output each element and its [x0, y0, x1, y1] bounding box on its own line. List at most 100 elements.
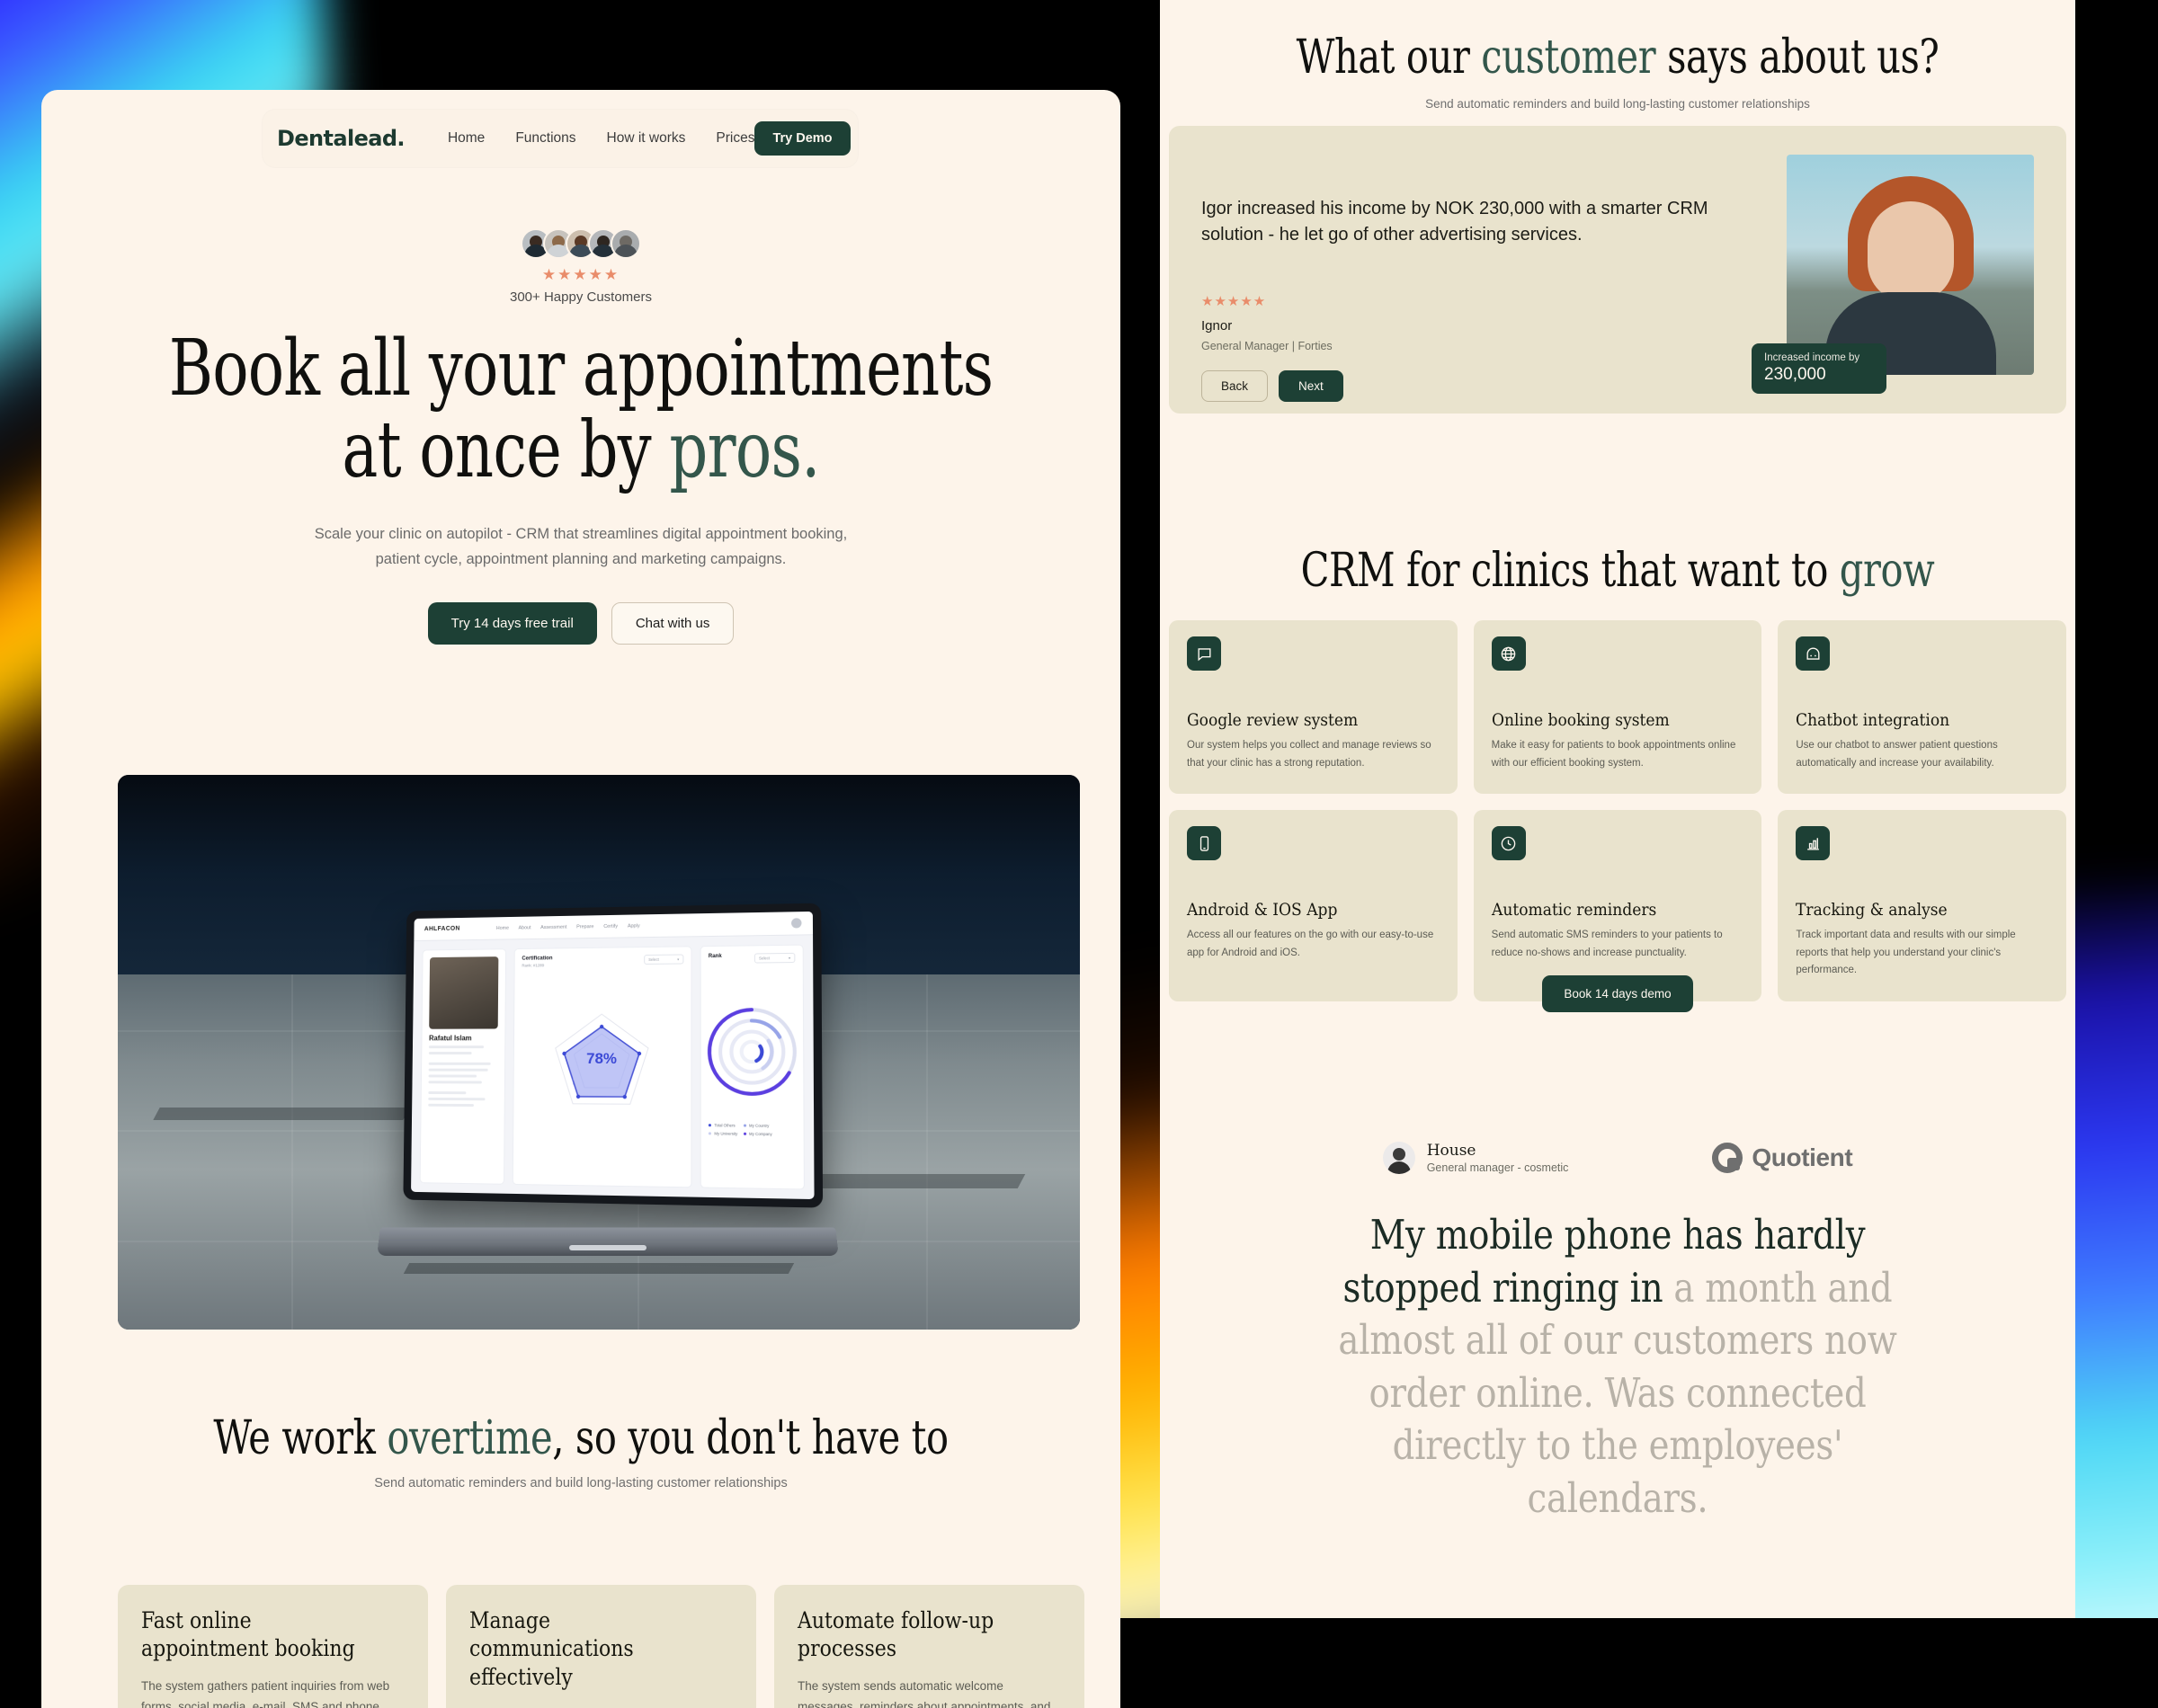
testimonial-quote: Igor increased his income by NOK 230,000…	[1201, 196, 1741, 248]
crm-feature-card[interactable]: Automatic reminders Send automatic SMS r…	[1474, 810, 1762, 1001]
crm-feature-body: Use our chatbot to answer patient questi…	[1796, 737, 2048, 772]
crm-feature-body: Send automatic SMS reminders to your pat…	[1492, 927, 1744, 962]
nav-links: Home Functions How it works Prices	[448, 130, 755, 147]
hero-subtitle: Scale your clinic on autopilot - CRM tha…	[293, 522, 869, 571]
hero-title-accent: pros.	[669, 405, 819, 495]
nav-link-functions[interactable]: Functions	[515, 130, 575, 147]
legend-item: My Country	[743, 1123, 772, 1127]
right-page-panel: What our customer says about us? Send au…	[1160, 0, 2075, 1618]
quotient-mark-icon	[1712, 1143, 1743, 1173]
testimonial-author-name: Ignor	[1201, 318, 1232, 334]
dashboard-certification-card: Certification Rank: #1289 Select▾	[513, 946, 692, 1188]
try-free-trial-button[interactable]: Try 14 days free trail	[428, 602, 597, 645]
clock-icon	[1492, 826, 1526, 860]
laptop-mockup: AHLFACON Home About Assessment Prepare C…	[379, 906, 837, 1257]
quote-attribution: House General manager - cosmetic Quotien…	[1160, 1142, 2075, 1174]
dashboard-avatar[interactable]	[791, 918, 801, 928]
dashboard-nav-item[interactable]: Certify	[603, 923, 618, 929]
right-panel-content: What our customer says about us? Send au…	[1160, 0, 2075, 111]
customer-avatars	[41, 225, 1120, 262]
rank-select[interactable]: Select▾	[754, 953, 796, 964]
try-demo-button[interactable]: Try Demo	[754, 121, 850, 156]
chat-bubble-icon	[1187, 636, 1221, 671]
section-title: What our customer says about us?	[1252, 31, 1984, 85]
mobile-phone-icon	[1187, 826, 1221, 860]
feature-card-title: Automate follow-up processes	[798, 1606, 1030, 1663]
hero-laptop-photo: AHLFACON Home About Assessment Prepare C…	[118, 775, 1080, 1330]
avatar	[611, 228, 641, 259]
robot-icon	[1796, 636, 1830, 671]
chat-with-us-button[interactable]: Chat with us	[611, 602, 735, 645]
testimonial-photo	[1787, 155, 2034, 375]
navbar: Dentalead. Home Functions How it works P…	[263, 110, 858, 167]
dashboard-nav-item[interactable]: About	[519, 925, 531, 930]
crm-feature-card[interactable]: Chatbot integration Use our chatbot to a…	[1778, 620, 2066, 794]
testimonial-author-role: General Manager | Forties	[1201, 340, 1333, 352]
dashboard-nav-item[interactable]: Apply	[628, 923, 640, 929]
nav-link-prices[interactable]: Prices	[716, 130, 754, 147]
increased-income-badge: Increased income by 230,000	[1752, 343, 1886, 394]
hero-actions: Try 14 days free trail Chat with us	[41, 602, 1120, 645]
crm-feature-card[interactable]: Online booking system Make it easy for p…	[1474, 620, 1762, 794]
testimonial-back-button[interactable]: Back	[1201, 370, 1268, 402]
legend-item: Total Others	[709, 1123, 737, 1127]
badge-label: Increased income by	[1764, 352, 1874, 363]
crm-feature-title: Tracking & analyse	[1796, 900, 2023, 920]
crm-feature-card[interactable]: Android & IOS App Access all our feature…	[1169, 810, 1458, 1001]
crm-feature-title: Chatbot integration	[1796, 710, 2023, 730]
section-subtitle: Send automatic reminders and build long-…	[41, 1476, 1120, 1490]
happy-customers-label: 300+ Happy Customers	[41, 289, 1120, 305]
nav-link-home[interactable]: Home	[448, 130, 485, 147]
quote-person-name: House	[1427, 1142, 1569, 1160]
certification-select[interactable]: Select▾	[644, 954, 683, 965]
section-title: CRM for clinics that want to grow	[1252, 544, 1984, 598]
dashboard-nav: Home About Assessment Prepare Certify Ap…	[496, 923, 640, 931]
dashboard-screen: AHLFACON Home About Assessment Prepare C…	[411, 912, 815, 1199]
feature-card-title: Fast online appointment booking	[141, 1606, 373, 1663]
feature-card[interactable]: Manage communications effectively Manage…	[446, 1585, 756, 1708]
crm-feature-title: Automatic reminders	[1492, 900, 1719, 920]
book-demo-button[interactable]: Book 14 days demo	[1542, 975, 1692, 1012]
crm-feature-card[interactable]: Google review system Our system helps yo…	[1169, 620, 1458, 794]
feature-card-title: Manage communications effectively	[469, 1606, 701, 1691]
legend-item: My Company	[743, 1132, 772, 1136]
crm-feature-body: Make it easy for patients to book appoin…	[1492, 737, 1744, 772]
hero-title-line2: at once by	[342, 405, 669, 495]
left-page-panel: Dentalead. Home Functions How it works P…	[41, 90, 1120, 1708]
bar-chart-icon	[1796, 826, 1830, 860]
dashboard-nav-item[interactable]: Assessment	[540, 924, 566, 930]
feature-card-body: The system sends automatic welcome messa…	[798, 1676, 1061, 1708]
rating-stars: ★★★★★	[41, 266, 1120, 284]
dashboard-nav-item[interactable]: Prepare	[576, 924, 593, 930]
crm-feature-title: Google review system	[1187, 710, 1414, 730]
laptop-trackpad-notch	[569, 1245, 647, 1250]
nav-link-how-it-works[interactable]: How it works	[607, 130, 686, 147]
quote-person: House General manager - cosmetic	[1383, 1142, 1569, 1174]
page-title: Book all your appointments at once by pr…	[160, 328, 1002, 492]
laptop-base	[377, 1227, 839, 1256]
feature-card-body: The system gathers patient inquiries fro…	[141, 1676, 405, 1708]
dashboard-profile-card: Rafatul Islam	[420, 948, 506, 1185]
dashboard-body: Rafatul Islam Certificati	[411, 935, 815, 1199]
dashboard-rank-card: Rank Select▾	[700, 945, 805, 1190]
testimonial-stars: ★★★★★	[1201, 293, 1266, 309]
photo-face	[1868, 201, 1954, 302]
feature-card-body: Manage two-way communication with patien…	[469, 1704, 733, 1708]
crm-feature-title: Online booking system	[1492, 710, 1719, 730]
crm-feature-title: Android & IOS App	[1187, 900, 1414, 920]
testimonial-next-button[interactable]: Next	[1279, 370, 1343, 402]
crm-features-header: CRM for clinics that want to grow	[1160, 544, 2075, 598]
testimonial-controls: Back Next	[1201, 370, 1343, 402]
laptop-lid: AHLFACON Home About Assessment Prepare C…	[403, 903, 823, 1208]
dashboard-nav-item[interactable]: Home	[496, 925, 509, 930]
profile-photo	[429, 956, 498, 1029]
brand-logo[interactable]: Dentalead.	[277, 126, 405, 151]
crm-feature-card[interactable]: Tracking & analyse Track important data …	[1778, 810, 2066, 1001]
feature-card[interactable]: Fast online appointment booking The syst…	[118, 1585, 428, 1708]
quote-person-role: General manager - cosmetic	[1427, 1161, 1569, 1174]
company-logo: Quotient	[1712, 1143, 1852, 1173]
overtime-section-header: We work overtime, so you don't have to S…	[41, 1411, 1120, 1490]
badge-value: 230,000	[1764, 365, 1874, 385]
feature-card[interactable]: Automate follow-up processes The system …	[774, 1585, 1084, 1708]
crm-feature-body: Track important data and results with ou…	[1796, 927, 2048, 980]
